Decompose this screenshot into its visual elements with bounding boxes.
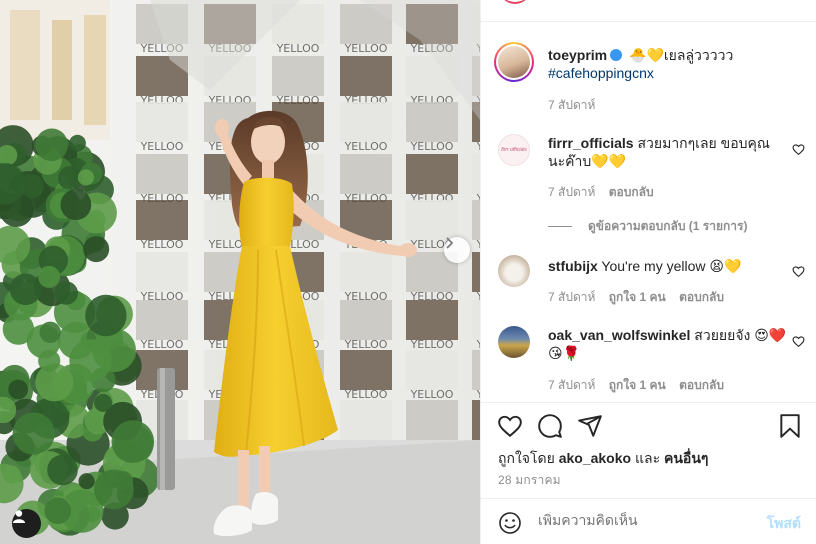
like-comment-heart-icon[interactable]	[792, 265, 805, 278]
reply-button[interactable]: ตอบกลับ	[609, 185, 654, 199]
comment-username[interactable]: firrr_officials	[548, 135, 634, 151]
comment-likes[interactable]: ถูกใจ 1 คน	[609, 378, 666, 392]
post-actions: ถูกใจโดย ako_akoko และ คนอื่นๆ 28 มกราคม	[481, 402, 816, 498]
comment-username[interactable]: oak_van_wolfswinkel	[548, 327, 690, 343]
comment-meta: 7 สัปดาห์ ถูกใจ 1 คน ตอบกลับ	[548, 288, 734, 307]
comment-meta: 7 สัปดาห์ ถูกใจ 1 คน ตอบกลับ	[548, 376, 734, 395]
wall-label-text: YELLOO	[410, 338, 454, 351]
reply-button[interactable]: ตอบกลับ	[679, 378, 724, 392]
comment-body: stfubijx You're my yellow 😫💛	[548, 257, 793, 275]
liked-by-user[interactable]: ako_akoko	[559, 450, 631, 466]
wall-label-text: YELLOO	[140, 140, 184, 153]
share-send-icon[interactable]	[577, 413, 603, 439]
wall-label-text: YELLOO	[140, 338, 184, 351]
wall-label-text: YELLOO	[344, 140, 388, 153]
header-bar	[481, 0, 816, 22]
author-avatar[interactable]	[494, 42, 534, 82]
liked-by-summary: ถูกใจโดย ako_akoko และ คนอื่นๆ	[498, 448, 708, 470]
comment-avatar[interactable]: firrr officials	[498, 134, 530, 166]
photo-scene: YELLOO YELLOO YELLOO YELLOO YELLOO YELLOO YELL…	[0, 0, 480, 544]
tagged-users-button[interactable]	[12, 509, 41, 538]
comment-avatar[interactable]	[498, 255, 530, 287]
wall-label-text: YELLOO	[344, 388, 388, 401]
view-replies-label: ดูข้อความตอบกลับ (1 รายการ)	[588, 219, 747, 233]
comment-meta: 7 สัปดาห์ ตอบกลับ	[548, 183, 664, 202]
comment-composer: โพสต์	[481, 498, 816, 544]
caption-hashtag[interactable]: #cafehoppingcnx	[548, 65, 654, 81]
post-photo[interactable]: YELLOO YELLOO YELLOO YELLOO YELLOO YELLOO YELL…	[0, 0, 480, 544]
comment-likes[interactable]: ถูกใจ 1 คน	[609, 290, 666, 304]
caption-time[interactable]: 7 สัปดาห์	[548, 98, 595, 112]
like-comment-heart-icon[interactable]	[792, 335, 805, 348]
chevron-right-icon	[444, 237, 454, 249]
add-comment-input[interactable]	[538, 512, 753, 528]
save-bookmark-icon[interactable]	[777, 413, 803, 439]
comment-time[interactable]: 7 สัปดาห์	[548, 378, 595, 392]
liked-by-prefix: ถูกใจโดย	[498, 450, 555, 466]
comment-avatar[interactable]	[498, 326, 530, 358]
wall-label-text: YELLOO	[410, 140, 454, 153]
post-details-panel: toeyprim 🐣💛เยลลู่ววววว #cafehoppingcnx 7…	[480, 0, 816, 544]
emoji-smiley-icon[interactable]	[498, 511, 522, 535]
caption-meta: 7 สัปดาห์	[548, 96, 605, 115]
reply-button[interactable]: ตอบกลับ	[679, 290, 724, 304]
comment-text: You're my yellow 😫💛	[601, 258, 741, 274]
liked-by-and: และ	[635, 450, 660, 466]
comment-time[interactable]: 7 สัปดาห์	[548, 290, 595, 304]
post-date[interactable]: 28 มกราคม	[498, 471, 561, 490]
caption-emoji: 🐣💛	[629, 47, 664, 63]
wall-label-text: YELLOO	[410, 388, 454, 401]
post-comment-button[interactable]: โพสต์	[767, 513, 801, 535]
divider-line	[548, 226, 572, 227]
wall-label-text: YELLOO	[344, 42, 388, 55]
story-ring-partial	[499, 0, 531, 4]
comment-time[interactable]: 7 สัปดาห์	[548, 185, 595, 199]
author-username[interactable]: toeyprim	[548, 47, 607, 63]
wall-label-text: YELLOO	[276, 42, 320, 55]
view-replies-button[interactable]: ดูข้อความตอบกลับ (1 รายการ)	[548, 217, 747, 236]
avatar-logo-text: firrr officials	[501, 147, 527, 153]
like-comment-heart-icon[interactable]	[792, 143, 805, 156]
comment-body: oak_van_wolfswinkel สวยยยจัง 😍❤️😘🌹	[548, 326, 793, 362]
caption: toeyprim 🐣💛เยลลู่ววววว #cafehoppingcnx	[548, 46, 793, 82]
liked-by-others[interactable]: คนอื่นๆ	[664, 450, 708, 466]
comment-bubble-icon[interactable]	[537, 413, 563, 439]
comment-username[interactable]: stfubijx	[548, 258, 598, 274]
like-heart-icon[interactable]	[497, 413, 523, 439]
wall-label-text: YELLOO	[344, 338, 388, 351]
user-icon	[12, 509, 26, 523]
wall-label-text: YELLOO	[140, 238, 184, 251]
next-photo-button[interactable]	[444, 237, 470, 263]
verified-badge-icon	[610, 49, 622, 61]
comments-list: toeyprim 🐣💛เยลลู่ววววว #cafehoppingcnx 7…	[481, 22, 816, 402]
comment-body: firrr_officials สวยมากๆเลย ขอบคุณนะค๊าบ💛…	[548, 134, 793, 170]
caption-text: เยลลู่ววววว	[664, 47, 733, 63]
